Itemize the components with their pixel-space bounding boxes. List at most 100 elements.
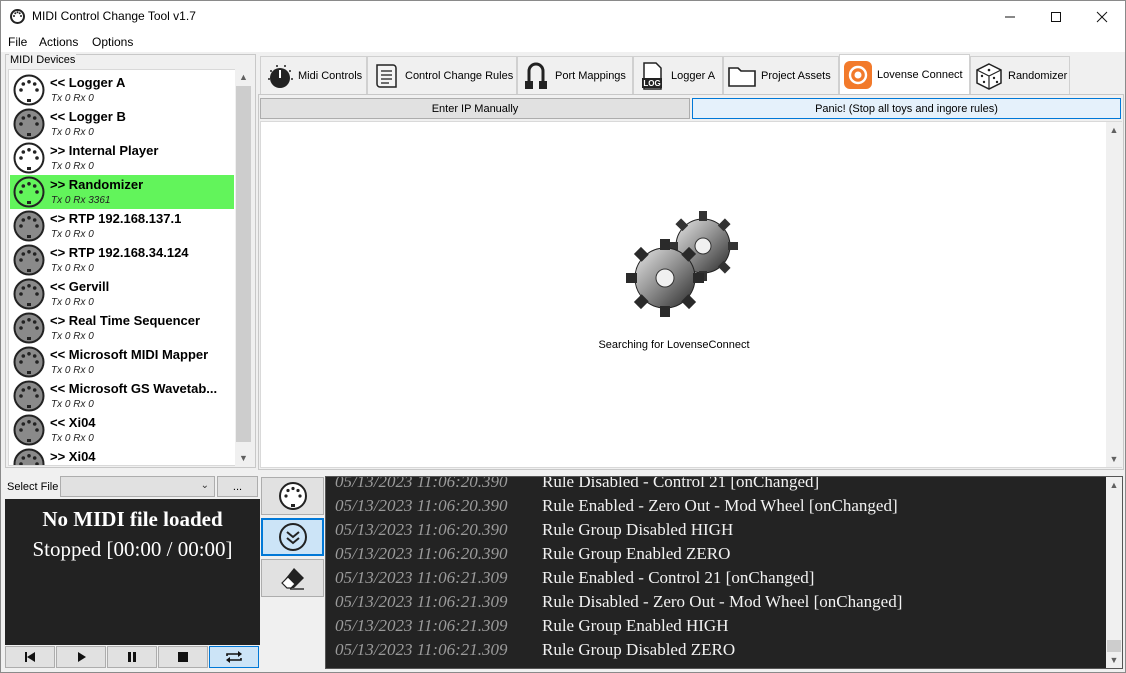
- play-button[interactable]: [56, 646, 106, 668]
- panic-button[interactable]: Panic! (Stop all toys and ingore rules): [692, 98, 1121, 119]
- select-file-dropdown[interactable]: ⌄: [60, 476, 215, 497]
- chevron-double-down-icon: [278, 523, 307, 551]
- midi-din-icon: [278, 482, 307, 510]
- enter-ip-button[interactable]: Enter IP Manually: [260, 98, 690, 119]
- browse-file-button[interactable]: ...: [217, 476, 258, 497]
- log-row: 05/13/2023 11:06:21.309 Rule Group Disabl…: [326, 640, 1106, 664]
- device-stats: Tx 0 Rx 0: [51, 331, 94, 342]
- device-item[interactable]: << Gervill Tx 0 Rx 0: [10, 277, 234, 311]
- log-message: Rule Group Disabled ZERO: [542, 640, 736, 659]
- midi-din-icon: [13, 346, 45, 378]
- device-name: >> Internal Player: [50, 143, 159, 158]
- device-item[interactable]: <> Real Time Sequencer Tx 0 Rx 0: [10, 311, 234, 345]
- autoscroll-button[interactable]: [261, 518, 324, 556]
- device-item[interactable]: << Xi04 Tx 0 Rx 0: [10, 413, 234, 447]
- device-item[interactable]: >> Internal Player Tx 0 Rx 0: [10, 141, 234, 175]
- tab-label: Port Mappings: [555, 69, 626, 82]
- tab-midi-controls[interactable]: Midi Controls: [260, 56, 367, 94]
- tab-port-mappings[interactable]: Port Mappings: [517, 56, 633, 94]
- device-name: << Logger A: [50, 75, 126, 90]
- chevron-down-icon: ⌄: [200, 480, 209, 491]
- minimize-button[interactable]: [987, 1, 1033, 32]
- log-row: 05/13/2023 11:06:21.309 Rule Disabled - Z…: [326, 592, 1106, 616]
- dice-icon: [976, 62, 1002, 90]
- device-stats: Tx 0 Rx 0: [51, 229, 94, 240]
- scroll-up-icon[interactable]: ▲: [1106, 477, 1122, 493]
- event-log[interactable]: 05/13/2023 11:06:20.390 Rule Disabled - C…: [325, 476, 1123, 669]
- previous-button[interactable]: [5, 646, 55, 668]
- midi-din-icon: [13, 142, 45, 174]
- midi-din-icon: [13, 210, 45, 242]
- menu-bar: File Actions Options: [1, 32, 1125, 52]
- log-message: Rule Group Disabled HIGH: [542, 520, 734, 539]
- scroll-down-icon[interactable]: ▼: [1106, 451, 1122, 467]
- scroll-up-icon[interactable]: ▲: [235, 69, 252, 85]
- device-name: >> Xi04: [50, 449, 96, 464]
- devices-scroll-thumb[interactable]: [236, 86, 251, 442]
- log-timestamp: 05/13/2023 11:06:20.390: [335, 476, 508, 491]
- tab-lovense-connect[interactable]: Lovense Connect: [839, 54, 970, 95]
- device-stats: Tx 0 Rx 0: [51, 365, 94, 376]
- log-row: 05/13/2023 11:06:20.390 Rule Disabled - C…: [326, 476, 1106, 496]
- menu-file[interactable]: File: [8, 35, 27, 49]
- midi-din-icon: [13, 74, 45, 106]
- loop-button[interactable]: [209, 646, 259, 668]
- log-message: Rule Group Enabled HIGH: [542, 616, 729, 635]
- stop-icon: [178, 652, 188, 662]
- device-name: << Xi04: [50, 415, 96, 430]
- device-name: << Microsoft MIDI Mapper: [50, 347, 209, 362]
- midi-port-button[interactable]: [261, 477, 324, 515]
- maximize-button[interactable]: [1033, 1, 1079, 32]
- log-scroll-thumb[interactable]: [1107, 640, 1121, 652]
- log-row: 05/13/2023 11:06:20.390 Rule Group Disabl…: [326, 520, 1106, 544]
- device-item[interactable]: << Logger A Tx 0 Rx 0: [10, 73, 234, 107]
- clear-log-button[interactable]: [261, 559, 324, 597]
- pause-icon: [128, 652, 136, 662]
- device-item[interactable]: <> RTP 192.168.137.1 Tx 0 Rx 0: [10, 209, 234, 243]
- pause-button[interactable]: [107, 646, 157, 668]
- close-button[interactable]: [1079, 1, 1125, 32]
- log-timestamp: 05/13/2023 11:06:21.309: [335, 568, 508, 587]
- menu-actions[interactable]: Actions: [39, 35, 78, 49]
- folder-icon: [728, 66, 756, 87]
- device-stats: Tx 0 Rx 0: [51, 161, 94, 172]
- scroll-up-icon[interactable]: ▲: [1106, 122, 1122, 138]
- scroll-down-icon[interactable]: ▼: [1106, 652, 1122, 668]
- tab-randomizer[interactable]: Randomizer: [970, 56, 1070, 94]
- select-file-label: Select File: [7, 481, 59, 493]
- scroll-down-icon[interactable]: ▼: [235, 450, 252, 466]
- log-timestamp: 05/13/2023 11:06:20.390: [335, 544, 508, 563]
- device-item[interactable]: <> RTP 192.168.34.124 Tx 0 Rx 0: [10, 243, 234, 277]
- log-timestamp: 05/13/2023 11:06:21.309: [335, 640, 508, 659]
- log-message: Rule Disabled - Control 21 [onChanged]: [542, 476, 820, 491]
- midi-din-icon: [13, 176, 45, 208]
- lovense-icon: [844, 61, 872, 89]
- tab-logger-a[interactable]: LOG Logger A: [633, 56, 723, 94]
- devices-scrollbar[interactable]: ▲ ▼: [235, 69, 252, 466]
- lovense-status-text: Searching for LovenseConnect: [598, 339, 750, 351]
- midi-din-icon: [13, 278, 45, 310]
- tab-project-assets[interactable]: Project Assets: [723, 56, 839, 94]
- device-item[interactable]: << Microsoft GS Wavetab... Tx 0 Rx 0: [10, 379, 234, 413]
- midi-app-icon: [10, 9, 25, 24]
- menu-options[interactable]: Options: [92, 35, 133, 49]
- window-title: MIDI Control Change Tool v1.7: [32, 9, 196, 23]
- device-item[interactable]: << Logger B Tx 0 Rx 0: [10, 107, 234, 141]
- player-display: No MIDI file loaded Stopped [00:00 / 00:…: [5, 499, 260, 645]
- midi-devices-list[interactable]: << Logger A Tx 0 Rx 0 << Logger B Tx 0 Rx 0…: [8, 69, 236, 466]
- tab-control-change-rules[interactable]: Control Change Rules: [367, 56, 517, 94]
- midi-din-icon: [13, 380, 45, 412]
- device-item[interactable]: << Microsoft MIDI Mapper Tx 0 Rx 0: [10, 345, 234, 379]
- stop-button[interactable]: [158, 646, 208, 668]
- svg-text:LOG: LOG: [643, 79, 660, 88]
- log-file-icon: LOG: [642, 61, 662, 90]
- log-message: Rule Group Enabled ZERO: [542, 544, 731, 563]
- log-row: 05/13/2023 11:06:20.390 Rule Group Enable…: [326, 544, 1106, 568]
- lovense-scrollbar[interactable]: ▲ ▼: [1106, 122, 1122, 467]
- play-icon: [78, 652, 86, 662]
- device-item[interactable]: >> Xi04Tx 0 Rx 0: [10, 447, 234, 465]
- tab-label: Midi Controls: [298, 69, 363, 82]
- log-row: 05/13/2023 11:06:21.309 Rule Enabled - Co…: [326, 568, 1106, 592]
- device-item[interactable]: >> Randomizer Tx 0 Rx 3361: [10, 175, 234, 209]
- log-scrollbar[interactable]: ▲ ▼: [1106, 477, 1122, 668]
